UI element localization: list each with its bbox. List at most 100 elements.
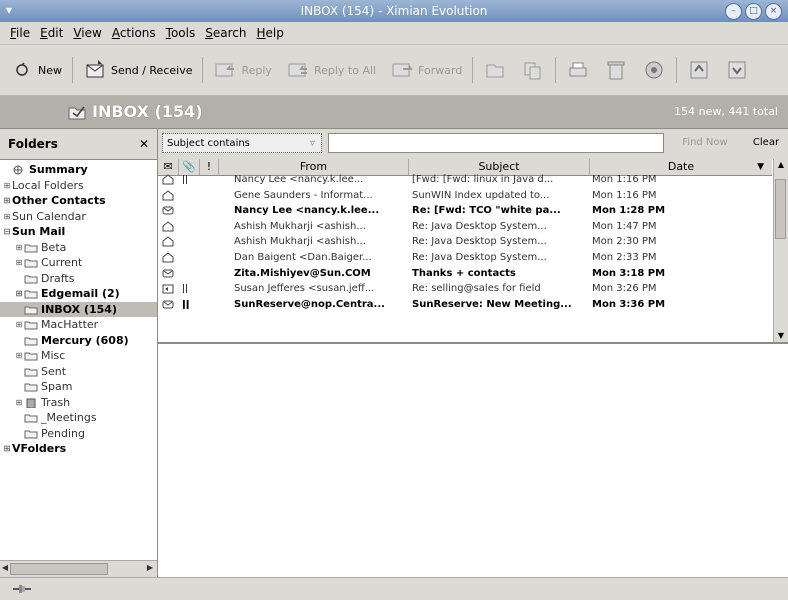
folder-label: Edgemail (2) [41, 287, 120, 301]
attachment-empty [182, 266, 196, 281]
message-row[interactable]: Dan Baigent <Dan.Baiger... Re: Java Deskt… [158, 250, 772, 266]
expand-icon[interactable]: ⊞ [14, 320, 24, 329]
scroll-left-icon[interactable]: ◀ [0, 562, 10, 574]
folder-label: Other Contacts [12, 194, 106, 208]
folder-item[interactable]: ⊞ Local Folders [0, 178, 157, 194]
find-now-button[interactable]: Find Now [670, 133, 740, 153]
sidebar-horizontal-scrollbar[interactable]: ◀ ▶ [0, 560, 157, 577]
folder-item[interactable]: ⊟ Sun Mail [0, 224, 157, 240]
previous-button[interactable] [683, 53, 715, 87]
envelope-open-icon[interactable] [162, 188, 176, 203]
reply-button[interactable]: Reply [209, 53, 275, 87]
menu-label: ctions [119, 26, 156, 40]
new-button[interactable]: New [6, 53, 66, 87]
scrollbar-thumb[interactable] [10, 563, 108, 575]
online-status-icon[interactable] [12, 581, 32, 597]
folder-item[interactable]: ⊞ Current [0, 255, 157, 271]
envelope-open-icon[interactable] [162, 234, 176, 249]
send-receive-button[interactable]: Send / Receive [79, 53, 196, 87]
expand-icon[interactable]: ⊞ [14, 289, 24, 298]
folder-item[interactable]: ⊞ Sun Calendar [0, 209, 157, 225]
junk-button[interactable] [638, 53, 670, 87]
collapse-icon[interactable]: ⊟ [2, 227, 12, 236]
message-date: Mon 1:28 PM [592, 205, 666, 217]
envelope-open-icon[interactable] [162, 172, 176, 187]
folder-label: Pending [41, 426, 85, 440]
menu-tools[interactable]: Tools [166, 26, 196, 40]
folder-item[interactable]: Summary [0, 162, 157, 178]
folder-item[interactable]: ⊞ Beta [0, 240, 157, 256]
close-window-button[interactable]: × [765, 3, 782, 20]
expand-icon[interactable]: ⊞ [14, 258, 24, 267]
folder-item[interactable]: _Meetings [0, 410, 157, 426]
envelope-open-icon[interactable] [162, 250, 176, 265]
message-list-scrollbar[interactable]: ▲ ▼ [773, 159, 788, 342]
junk-icon [642, 58, 666, 82]
envelope-icon[interactable] [162, 297, 176, 312]
copy-button[interactable] [517, 53, 549, 87]
message-from: Dan Baigent <Dan.Baiger... [234, 252, 372, 263]
envelope-icon[interactable] [162, 203, 176, 218]
expand-icon[interactable]: ⊞ [14, 398, 24, 407]
folder-item[interactable]: ⊞ Trash [0, 395, 157, 411]
expand-icon[interactable]: ⊞ [14, 351, 24, 360]
expand-icon[interactable]: ⊞ [2, 444, 12, 453]
message-row[interactable]: Zita.Mishiyev@Sun.COM Thanks + contacts Mo… [158, 266, 772, 282]
message-row[interactable]: ǀǀ SunReserve@nop.Centra... SunReserve: Ne… [158, 297, 772, 313]
replied-icon[interactable] [162, 281, 176, 296]
message-row[interactable]: Nancy Lee <nancy.k.lee... Re: [Fwd: TCO "… [158, 203, 772, 219]
search-type-combo[interactable]: Subject contains ▿ [162, 133, 322, 153]
next-message-icon [725, 58, 749, 82]
folder-item[interactable]: ⊞ Misc [0, 348, 157, 364]
envelope-open-icon[interactable] [162, 219, 176, 234]
folder-item[interactable]: ⊞ Edgemail (2) [0, 286, 157, 302]
message-row[interactable]: Gene Saunders - Informat... SunWIN Index … [158, 188, 772, 204]
print-button[interactable] [562, 53, 594, 87]
delete-button[interactable] [600, 53, 632, 87]
menu-file[interactable]: File [10, 26, 30, 40]
expand-icon[interactable]: ⊞ [14, 243, 24, 252]
folder-label: Current [41, 256, 83, 270]
folder-item[interactable]: Sent [0, 364, 157, 380]
menu-view[interactable]: View [73, 26, 101, 40]
scroll-up-icon[interactable]: ▲ [774, 159, 788, 171]
folder-item[interactable]: Drafts [0, 271, 157, 287]
menu-actions[interactable]: Actions [112, 26, 156, 40]
folder-icon [24, 352, 38, 361]
scroll-right-icon[interactable]: ▶ [145, 562, 155, 574]
message-row[interactable]: ǀǀ Susan Jefferes <susan.jeff... Re: selli… [158, 281, 772, 297]
folder-item[interactable]: ⊞ MacHatter [0, 317, 157, 333]
search-input[interactable] [328, 133, 664, 153]
menu-label: dit [47, 26, 64, 40]
minimize-button[interactable]: – [725, 3, 742, 20]
expand-icon[interactable]: ⊞ [2, 212, 12, 221]
folder-item[interactable]: ⊞ VFolders [0, 441, 157, 457]
move-button[interactable] [479, 53, 511, 87]
forward-button[interactable]: Forward [386, 53, 466, 87]
menu-search[interactable]: Search [205, 26, 246, 40]
menu-edit[interactable]: Edit [40, 26, 63, 40]
expand-icon[interactable]: ⊞ [2, 196, 12, 205]
envelope-icon[interactable] [162, 266, 176, 281]
trash-icon [604, 58, 628, 82]
scroll-down-icon[interactable]: ▼ [774, 330, 788, 342]
message-row[interactable]: ǀǀ Nancy Lee <nancy.k.lee... [Fwd: [Fwd: l… [158, 172, 772, 188]
menu-help[interactable]: Help [256, 26, 283, 40]
message-list: ✉ 📎 ! From Subject Date ▼ ǀǀ Nancy Lee <n… [158, 159, 788, 344]
reply-all-button[interactable]: Reply to All [282, 53, 380, 87]
scrollbar-thumb[interactable] [775, 179, 786, 239]
folder-item[interactable]: Pending [0, 426, 157, 442]
maximize-button[interactable]: □ [745, 3, 762, 20]
close-sidebar-button[interactable]: ✕ [139, 137, 149, 151]
message-row[interactable]: Ashish Mukharji <ashish... Re: Java Deskt… [158, 219, 772, 235]
folder-item[interactable]: Spam [0, 379, 157, 395]
status-bar [0, 577, 788, 600]
expand-icon[interactable]: ⊞ [2, 181, 12, 190]
menu-accelerator: A [111, 26, 120, 40]
message-row[interactable]: Ashish Mukharji <ashish... Re: Java Deskt… [158, 234, 772, 250]
folder-item[interactable]: INBOX (154) [0, 301, 157, 317]
folder-item[interactable]: ⊞ Other Contacts [0, 193, 157, 209]
clear-button[interactable]: Clear [746, 133, 786, 153]
folder-item[interactable]: Mercury (608) [0, 333, 157, 349]
next-button[interactable] [721, 53, 753, 87]
